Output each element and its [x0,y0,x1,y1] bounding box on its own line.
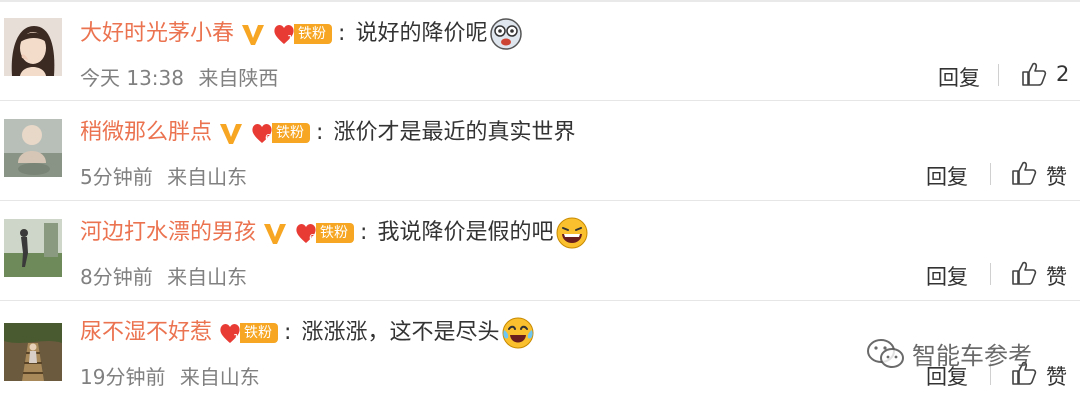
username[interactable]: 稍微那么胖点 [80,113,212,153]
fan-badge-label: 铁粉 [294,24,333,44]
thumbs-up-icon[interactable] [1010,259,1038,287]
comment-item: 稍微那么胖点 6 铁粉 : 涨价才是最近的真实世界 5分钟前 来自山东 回复 赞 [0,101,1080,201]
avatar[interactable] [4,323,62,381]
fan-badge[interactable]: 6 铁粉 [250,121,311,145]
comment-location: 来自山东 [167,265,248,289]
action-divider [990,263,991,285]
avatar[interactable] [4,219,62,277]
avatar[interactable] [4,119,62,177]
comment-meta: 19分钟前 来自山东 [80,361,260,390]
like-button-label[interactable]: 赞 [1046,261,1067,291]
like-count[interactable]: 2 [1056,62,1069,86]
comment-meta: 今天 13:38 来自陕西 [80,62,278,91]
separator-colon: : [316,120,324,145]
username[interactable]: 尿不湿不好惹 [80,313,212,353]
watermark: 智能车参考 [866,336,1032,371]
fan-heart-icon: 6 [252,124,272,144]
fan-level-label: 6 [309,233,315,244]
comment-time: 19分钟前 [80,365,166,389]
fan-badge[interactable]: 1 铁粉 [218,321,279,345]
separator-colon: : [360,220,368,245]
username[interactable]: 河边打水漂的男孩 [80,213,256,253]
comment-time: 8分钟前 [80,265,153,289]
fan-badge-label: 铁粉 [272,123,311,143]
fan-level-label: 1 [233,333,239,344]
separator-colon: : [338,21,346,46]
like-button-label[interactable]: 赞 [1046,361,1067,391]
reply-button[interactable]: 回复 [926,161,968,191]
laughing-face-emoji-icon [556,217,588,249]
separator-colon: : [284,320,292,345]
verified-v-icon [220,124,243,144]
comment-time: 今天 13:38 [80,66,184,90]
action-divider [990,163,991,185]
fan-heart-icon: 1 [274,25,294,45]
username[interactable]: 大好时光茅小春 [80,14,234,54]
crying-laughing-emoji-icon [502,317,534,349]
fan-badge-label: 铁粉 [240,323,279,343]
fan-badge-label: 铁粉 [316,223,355,243]
comment-item: 河边打水漂的男孩 6 铁粉 : 我说降价是假的吧 8分钟前 来自山东 回复 赞 [0,201,1080,301]
wechat-icon [867,338,904,368]
comment-meta: 5分钟前 来自山东 [80,161,247,190]
reply-button[interactable]: 回复 [938,62,980,92]
comment-text: 我说降价是假的吧 [377,220,554,245]
watermark-text: 智能车参考 [912,342,1032,370]
comment-location: 来自山东 [179,365,260,389]
dizzy-face-emoji-icon [490,18,523,50]
avatar[interactable] [4,18,62,76]
verified-v-icon [264,224,287,244]
comment-meta: 8分钟前 来自山东 [80,261,247,290]
comment-text: 涨价才是最近的真实世界 [333,120,576,145]
fan-level-label: 1 [287,34,293,45]
reply-button[interactable]: 回复 [926,261,968,291]
comment-time: 5分钟前 [80,165,153,189]
fan-level-label: 6 [265,133,271,144]
thumbs-up-icon[interactable] [1010,159,1038,187]
comment-text: 涨涨涨，这不是尽头 [301,320,500,345]
fan-heart-icon: 6 [296,224,316,244]
comment-text: 说好的降价呢 [355,21,488,46]
fan-badge[interactable]: 6 铁粉 [294,221,355,245]
comment-location: 来自陕西 [198,66,279,90]
comment-item: 大好时光茅小春 1 铁粉 : 说好的降价呢 今天 13:38 来自陕西 回复 2 [0,2,1080,101]
action-divider [998,64,999,86]
like-button-label[interactable]: 赞 [1046,161,1067,191]
fan-heart-icon: 1 [220,324,240,344]
fan-badge[interactable]: 1 铁粉 [272,22,333,46]
thumbs-up-icon[interactable] [1020,60,1048,88]
verified-v-icon [242,25,265,45]
comment-location: 来自山东 [167,165,248,189]
